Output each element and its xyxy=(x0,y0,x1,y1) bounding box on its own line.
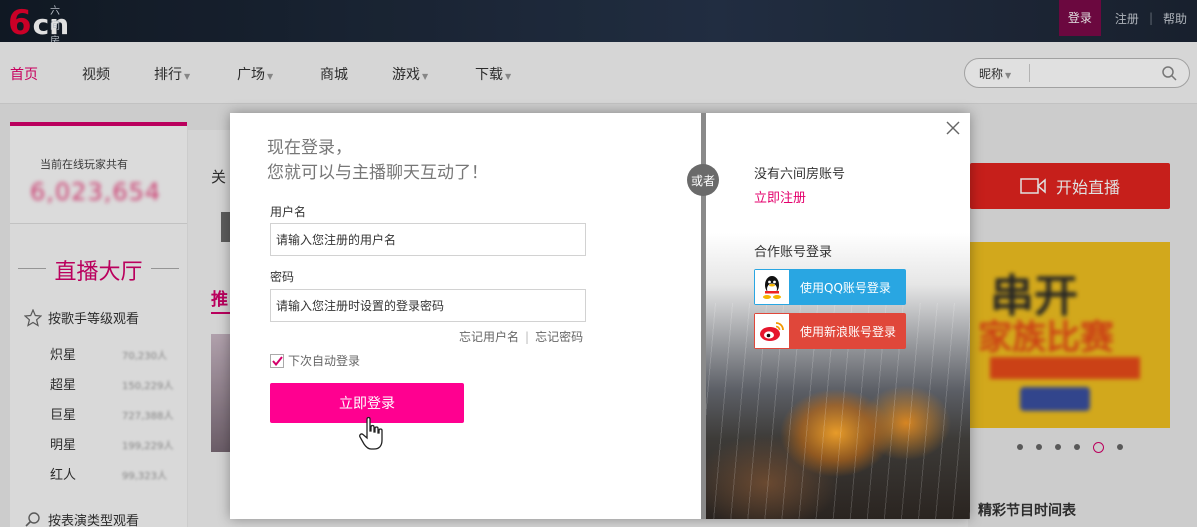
username-input[interactable] xyxy=(270,223,586,256)
forgot-links: 忘记用户名 | 忘记密码 xyxy=(459,328,583,345)
username-label: 用户名 xyxy=(270,205,307,219)
no-account-text: 没有六间房账号 xyxy=(754,167,846,182)
weibo-icon xyxy=(755,314,789,348)
close-icon[interactable] xyxy=(944,119,962,137)
auto-login-label: 下次自动登录 xyxy=(288,354,361,368)
weibo-login-label: 使用新浪账号登录 xyxy=(800,325,897,339)
checkmark-icon xyxy=(271,355,283,366)
register-now-link[interactable]: 立即注册 xyxy=(754,187,806,206)
forgot-password-link[interactable]: 忘记密码 xyxy=(535,330,583,344)
login-modal: 现在登录， 您就可以与主播聊天互动了！ 用户名 密码 忘记用户名 | 忘记密码 下次… xyxy=(230,113,970,519)
hand-cursor-icon xyxy=(359,416,383,450)
password-input[interactable] xyxy=(270,289,586,322)
qq-penguin-icon xyxy=(755,270,789,304)
forgot-separator: | xyxy=(525,330,530,344)
modal-title-line2: 您就可以与主播聊天互动了！ xyxy=(267,163,488,183)
password-label: 密码 xyxy=(270,270,295,284)
auto-login-checkbox[interactable] xyxy=(270,353,284,368)
qq-login-button[interactable]: 使用QQ账号登录 xyxy=(754,269,906,305)
modal-title-line1: 现在登录， xyxy=(267,138,352,158)
or-badge: 或者 xyxy=(687,164,719,196)
forgot-username-link[interactable]: 忘记用户名 xyxy=(459,330,519,344)
register-pane: 没有六间房账号 立即注册 合作账号登录 使用QQ账号登录 使用新浪账号登录 xyxy=(706,113,970,519)
weibo-login-button[interactable]: 使用新浪账号登录 xyxy=(754,313,906,349)
qq-login-label: 使用QQ账号登录 xyxy=(800,281,891,295)
auto-login-option[interactable]: 下次自动登录 xyxy=(270,352,360,369)
partner-login-heading: 合作账号登录 xyxy=(754,245,833,260)
